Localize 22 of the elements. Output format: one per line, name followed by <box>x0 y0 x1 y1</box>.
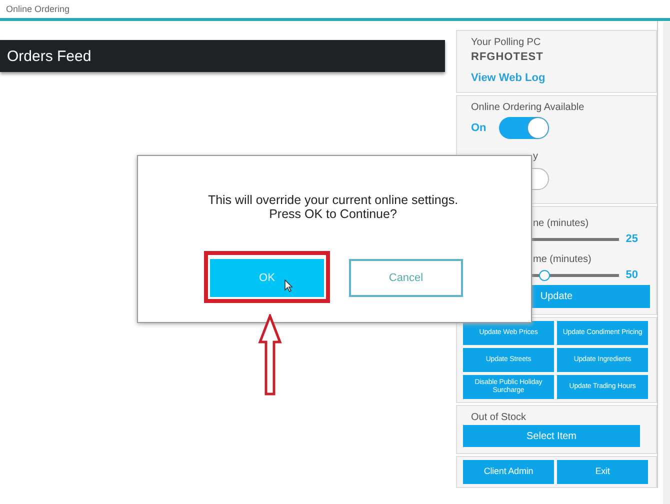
cursor-icon <box>284 279 293 292</box>
footer-button[interactable]: Client Admin <box>463 460 554 484</box>
slider-label: ne (minutes) <box>532 218 589 229</box>
dialog-button[interactable]: OK <box>210 259 324 297</box>
out-of-stock-label: Out of Stock <box>471 412 528 423</box>
slider-reading: 50 <box>626 269 639 281</box>
polling-label: Your Polling PC <box>471 37 542 48</box>
toggle-label: Online Ordering Available <box>471 102 586 113</box>
polling-pc-name: RFGHOTEST <box>471 51 544 63</box>
toggle-state-label: On <box>471 122 485 134</box>
dialog-button[interactable]: Cancel <box>349 259 463 297</box>
slider-reading: 25 <box>626 233 639 245</box>
orders-feed-title: Orders Feed <box>7 48 92 64</box>
toggle-switch[interactable] <box>499 117 549 139</box>
toggle-label: y <box>532 151 538 162</box>
slider-thumb[interactable] <box>538 270 550 280</box>
dialog-message: This will override your current online settings. Press OK to Continue? <box>206 194 460 222</box>
select-item-button[interactable]: Select Item <box>463 425 640 447</box>
web-log-link[interactable]: View Web Log <box>471 72 546 84</box>
window-title: Online Ordering <box>6 4 70 14</box>
slider-label: me (minutes) <box>532 254 592 265</box>
footer-button[interactable]: Exit <box>557 460 648 484</box>
